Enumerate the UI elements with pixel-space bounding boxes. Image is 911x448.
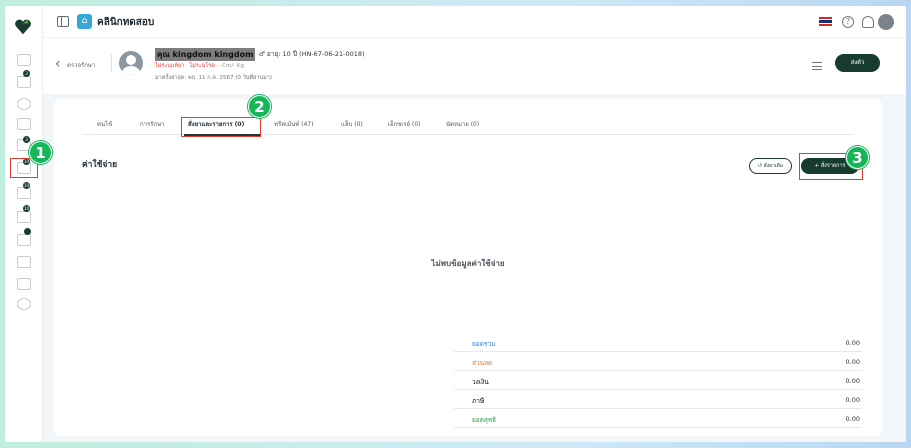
inventory-icon[interactable] <box>17 234 31 246</box>
patient-icon[interactable] <box>17 98 31 110</box>
clinic-home-icon[interactable]: ⌂ <box>77 14 92 29</box>
totals-table: ยอดรวม 0.00 ส่วนลด 0.00 วงเงิน 0.00 ภาษี… <box>454 333 862 428</box>
clinic-name: คลินิกทดสอบ <box>97 17 155 28</box>
total-row: ยอดรวม 0.00 <box>454 333 862 352</box>
queue-badge: 3 <box>23 70 30 77</box>
home-icon[interactable] <box>17 54 31 66</box>
checkin-button[interactable]: ส่งตัว <box>835 54 880 72</box>
document-icon[interactable] <box>17 118 31 130</box>
reorder-button[interactable]: ↺ สั่งยาเดิม <box>749 158 792 174</box>
top-bar: ⌂ คลินิกทดสอบ ? <box>43 6 906 38</box>
staff-badge: 10 <box>23 182 30 189</box>
user-avatar[interactable] <box>878 14 894 30</box>
callout-2: 2 <box>248 95 271 118</box>
language-flag-icon[interactable] <box>819 17 832 26</box>
lab-icon[interactable] <box>17 211 31 223</box>
tab-appointment[interactable]: นัดหมาย (0) <box>446 119 479 129</box>
bell-icon[interactable] <box>862 16 874 28</box>
back-chevron-icon[interactable]: ‹ <box>55 56 61 72</box>
tab-xray[interactable]: เอ็กซเรย์ (0) <box>388 119 421 129</box>
net-label: ยอดสุทธิ <box>472 416 497 424</box>
reorder-label: สั่งยาเดิม <box>763 163 784 169</box>
tab-highlight-box <box>181 117 261 137</box>
tax-label: ภาษี <box>472 397 485 405</box>
callout-3: 3 <box>846 146 869 169</box>
credit-row: วงเงิน 0.00 <box>454 371 862 390</box>
sidebar: 3 3 10 10 10 <box>5 6 43 442</box>
sidebar-toggle-icon[interactable] <box>57 16 69 27</box>
allergy-label: ไม่ระบุแพ้ยา <box>155 63 185 69</box>
total-label: ยอดรวม <box>472 340 496 348</box>
empty-state-text: ไม่พบข้อมูลค่าใช้จ่าย <box>431 259 505 268</box>
back-label[interactable]: ตรวจรักษา <box>67 60 95 70</box>
tab-treatments[interactable]: ทรีทเม้นท์ (47) <box>274 119 313 129</box>
patient-meta: ♂ อายุ: 10 ปี (HN-67-06-21-0018) <box>259 50 365 58</box>
report-icon[interactable] <box>17 278 31 290</box>
lab-badge: 10 <box>23 205 30 212</box>
net-row: ยอดสุทธิ 0.00 <box>454 409 862 428</box>
divider <box>111 54 112 72</box>
patient-header: ‹ ตรวจรักษา คุณ kingdom kingdom ♂ อายุ: … <box>43 38 906 94</box>
last-visit: มาครั้งล่าสุด: พฤ. 11 ก.ค. 2567 (0 วันที… <box>155 75 273 81</box>
patient-name: คุณ kingdom kingdom <box>155 48 256 61</box>
inventory-dot <box>24 228 31 235</box>
menu-icon[interactable] <box>812 62 822 70</box>
net-value: 0.00 <box>845 415 860 423</box>
credit-value: 0.00 <box>845 377 860 385</box>
tab-patient[interactable]: คนไข้ <box>97 119 112 129</box>
checkin-label: ส่งตัว <box>850 59 865 66</box>
app-logo-icon[interactable] <box>14 18 32 36</box>
total-value: 0.00 <box>845 339 860 347</box>
section-title: ค่าใช้จ่าย <box>82 160 118 170</box>
discount-row: ส่วนลด 0.00 <box>454 352 862 371</box>
tax-value: 0.00 <box>845 396 860 404</box>
help-icon[interactable]: ? <box>842 16 854 28</box>
queue-icon[interactable] <box>17 76 31 88</box>
discount-label: ส่วนลด <box>472 359 493 367</box>
callout-1: 1 <box>29 141 52 164</box>
appointment-badge: 3 <box>23 136 30 143</box>
tab-bar: คนไข้ การรักษา สั่งยาและรายการ (0) ทรีทเ… <box>82 111 854 137</box>
tools-icon[interactable] <box>17 256 31 268</box>
patient-avatar <box>119 51 143 75</box>
patient-flags: ไม่ระบุแพ้ยา · ไม่ระบุโรค · -Cm/- Kg <box>155 63 245 69</box>
history-icon: ↺ <box>757 163 763 169</box>
disease-label: ไม่ระบุโรค <box>189 63 215 69</box>
main-card: คนไข้ การรักษา สั่งยาและรายการ (0) ทรีทเ… <box>54 99 882 436</box>
settings-icon[interactable] <box>17 298 31 310</box>
tab-treatment[interactable]: การรักษา <box>140 119 164 129</box>
body-measure: · -Cm/- Kg <box>216 63 245 69</box>
credit-label: วงเงิน <box>472 378 489 386</box>
tax-row: ภาษี 0.00 <box>454 390 862 409</box>
discount-value: 0.00 <box>845 358 860 366</box>
staff-icon[interactable] <box>17 187 31 199</box>
tab-lab[interactable]: แล็บ (0) <box>341 119 363 129</box>
